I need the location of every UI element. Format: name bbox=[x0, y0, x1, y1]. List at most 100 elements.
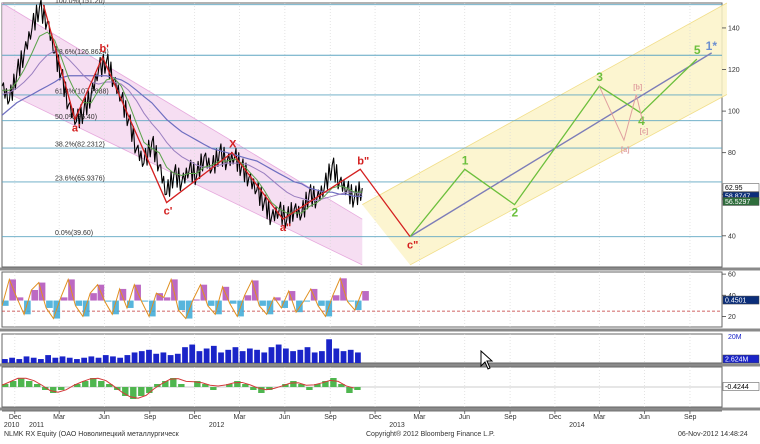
wave-green-label: 3 bbox=[596, 70, 603, 84]
volume-bar bbox=[182, 347, 188, 363]
x-year-label: 2011 bbox=[29, 422, 44, 429]
x-month-label: Sep bbox=[324, 414, 337, 421]
wave-red-label: X bbox=[229, 139, 237, 151]
osc-y-tick-label: 20 bbox=[728, 314, 736, 321]
osc-bar bbox=[193, 299, 200, 301]
wave-abc-label: [a] bbox=[621, 147, 630, 154]
macd-hist-bar bbox=[10, 381, 17, 387]
y-tick-label: 140 bbox=[728, 25, 740, 32]
x-year-label: 2013 bbox=[389, 422, 405, 429]
volume-bar bbox=[319, 351, 325, 363]
fib-level-label: 23.6%(65.9376) bbox=[55, 175, 105, 182]
volume-bar bbox=[340, 351, 347, 363]
volume-bar bbox=[110, 356, 116, 363]
volume-bar bbox=[326, 339, 332, 363]
osc-y-tick-label: 60 bbox=[728, 272, 736, 279]
volume-bar bbox=[160, 352, 167, 363]
wave-red-label: a' bbox=[72, 122, 81, 134]
x-month-label: Sep bbox=[504, 414, 517, 421]
oscillator-panel bbox=[1, 271, 723, 328]
volume-bar bbox=[117, 357, 124, 363]
volume-bar bbox=[254, 349, 260, 363]
security-name: NLMK RX Equity (OAO Новолипецкий металлу… bbox=[4, 431, 179, 438]
macd-hist-bar bbox=[210, 387, 217, 390]
x-month-label: Mar bbox=[53, 414, 66, 421]
wave-red-label: c' bbox=[164, 206, 173, 218]
volume-bar bbox=[189, 344, 196, 363]
macd-hist-bar bbox=[18, 378, 25, 387]
panel-separator bbox=[0, 328, 760, 332]
x-month-label: Jun bbox=[639, 414, 650, 421]
y-tick-label: 120 bbox=[728, 67, 740, 74]
fib-level-label: 38.2%(82.2312) bbox=[55, 142, 105, 149]
x-month-label: Mar bbox=[593, 414, 606, 421]
macd-hist-bar bbox=[58, 387, 65, 390]
volume-bar bbox=[333, 348, 340, 363]
volume-bar bbox=[146, 349, 152, 363]
x-month-label: Jun bbox=[279, 414, 290, 421]
volume-bar bbox=[30, 357, 37, 363]
macd-hist-bar bbox=[26, 381, 33, 387]
panel-separator bbox=[0, 363, 760, 367]
copyright-text: Copyright® 2012 Bloomberg Finance L.P. bbox=[366, 431, 495, 438]
volume-bar bbox=[275, 344, 282, 363]
macd-hist-bar bbox=[354, 387, 361, 390]
volume-bar bbox=[355, 352, 361, 363]
volume-bar bbox=[167, 355, 174, 363]
volume-bar bbox=[2, 359, 8, 363]
volume-scale-label: 20M bbox=[728, 334, 742, 341]
target-label: 1* bbox=[706, 39, 718, 53]
panel-separator bbox=[0, 407, 760, 411]
fib-level-label: 0.0%(39.60) bbox=[55, 230, 93, 237]
macd-hist-bar bbox=[306, 387, 313, 390]
osc-bar bbox=[362, 291, 369, 301]
volume-bar bbox=[268, 347, 275, 363]
wave-green-label: 1 bbox=[462, 153, 469, 167]
x-month-label: Dec bbox=[549, 414, 562, 421]
osc-bar bbox=[75, 300, 83, 306]
volume-bar bbox=[102, 355, 109, 363]
osc-bar bbox=[104, 300, 112, 302]
volume-bar bbox=[88, 356, 95, 363]
macd-hist-bar bbox=[290, 381, 297, 387]
volume-bar bbox=[59, 356, 66, 363]
x-month-label: Mar bbox=[413, 414, 426, 421]
timestamp-text: 06-Nov-2012 14:48:24 bbox=[678, 431, 748, 438]
wave-green-label: 2 bbox=[512, 206, 519, 220]
macd-hist-bar bbox=[138, 387, 145, 396]
wave-red-label: a" bbox=[280, 222, 291, 234]
osc-bar bbox=[90, 293, 97, 301]
macd-hist-bar bbox=[34, 384, 41, 387]
wave-abc-label: [c] bbox=[640, 128, 649, 135]
volume-bar bbox=[225, 349, 232, 363]
volume-bar bbox=[347, 349, 354, 363]
osc-bar bbox=[60, 297, 68, 301]
x-month-label: Jun bbox=[459, 414, 470, 421]
x-month-label: Dec bbox=[189, 414, 202, 421]
volume-bar bbox=[218, 352, 224, 363]
wave-red-label: c" bbox=[407, 240, 418, 252]
volume-panel bbox=[1, 333, 723, 364]
volume-bar bbox=[74, 359, 80, 363]
volume-bar bbox=[311, 352, 318, 363]
volume-bar bbox=[66, 357, 73, 363]
volume-bar bbox=[203, 348, 210, 363]
osc-bar bbox=[244, 295, 252, 301]
volume-bar bbox=[239, 351, 246, 363]
osc-bar bbox=[31, 289, 39, 301]
volume-bar bbox=[81, 357, 88, 363]
osc-bar bbox=[229, 300, 237, 304]
volume-bar bbox=[261, 352, 268, 363]
volume-bar bbox=[131, 352, 138, 363]
volume-bar bbox=[38, 359, 44, 363]
fib-level-label: 100.0%(151.20) bbox=[55, 0, 105, 5]
osc-bar bbox=[163, 297, 171, 301]
volume-bar bbox=[290, 351, 296, 363]
macd-hist-bar bbox=[234, 381, 241, 387]
osc-badge: 0.4501 bbox=[725, 298, 747, 305]
wave-red-label: b" bbox=[357, 155, 369, 167]
x-month-label: Dec bbox=[9, 414, 22, 421]
osc-bar bbox=[347, 300, 355, 302]
mouse-cursor-icon bbox=[480, 349, 494, 370]
volume-bar bbox=[297, 349, 304, 363]
